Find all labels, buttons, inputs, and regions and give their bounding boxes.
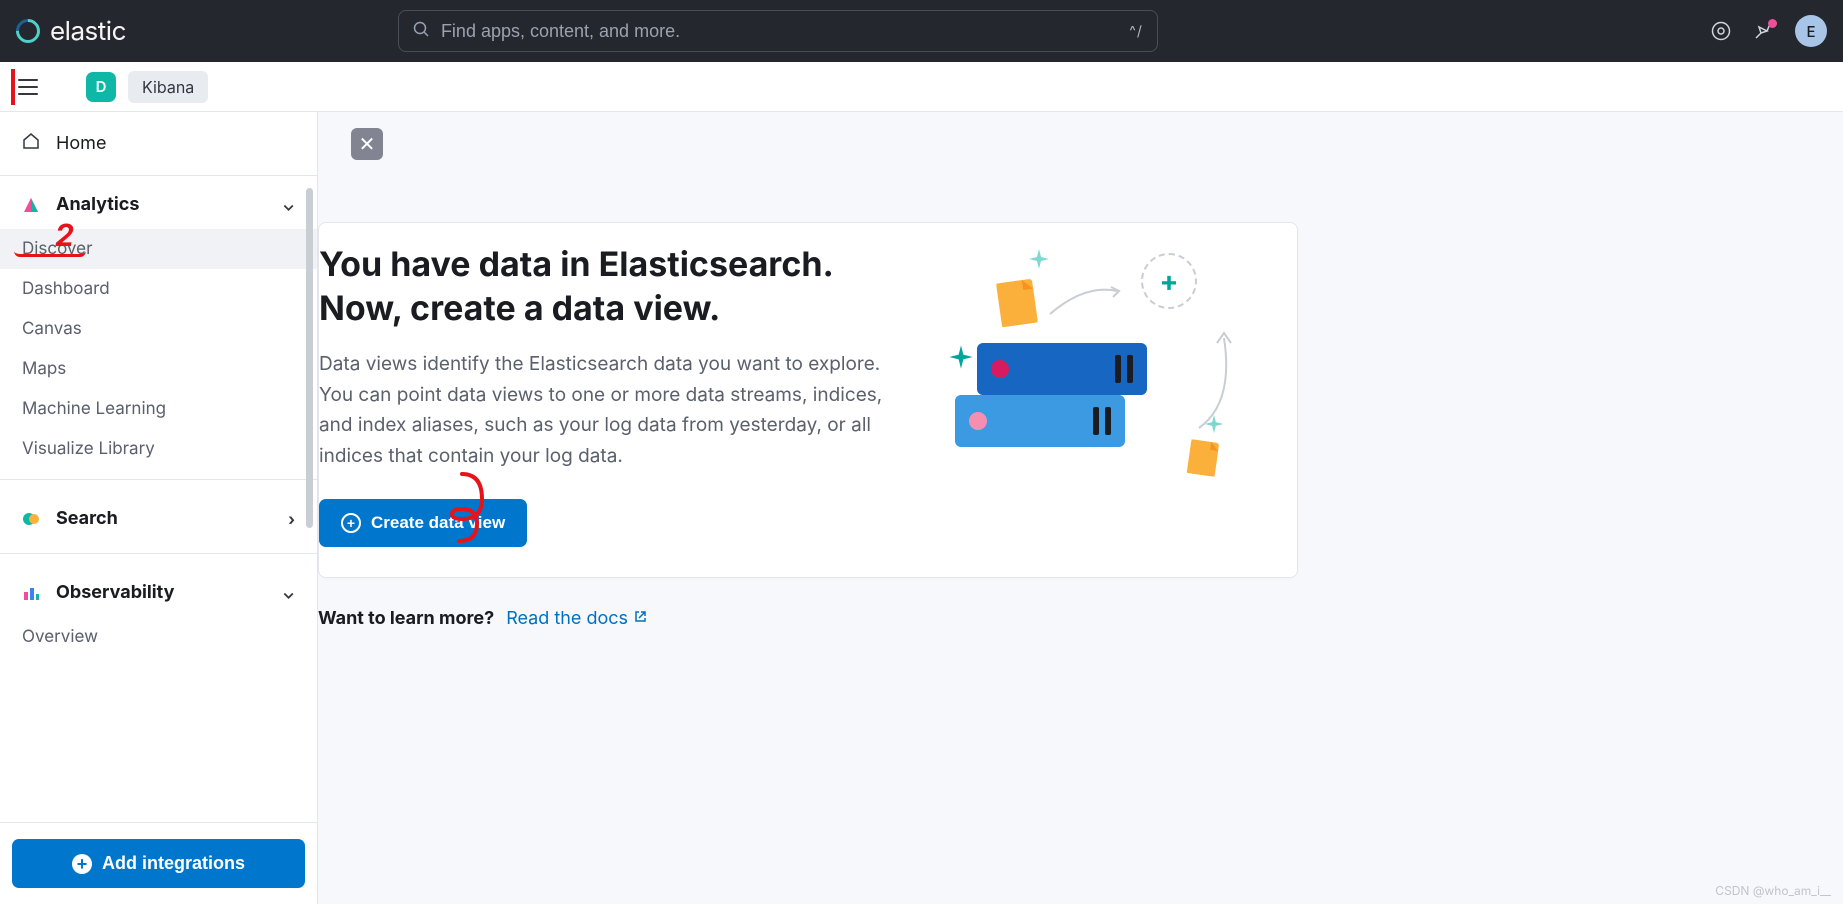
main-content: ✕ You have data in Elasticsearch. Now, c… (318, 112, 1843, 904)
annotation-number-3 (447, 469, 497, 549)
home-icon (22, 132, 40, 155)
illustration: + (957, 243, 1237, 483)
close-flyout-button[interactable]: ✕ (351, 128, 383, 160)
docs-link[interactable]: Read the docs (506, 608, 647, 629)
arrow-icon (1189, 323, 1239, 437)
nav-home[interactable]: Home (0, 112, 317, 176)
analytics-icon (22, 196, 40, 214)
nav-toggle-button[interactable] (14, 75, 42, 99)
plus-target-icon: + (1141, 253, 1197, 309)
elastic-logo-icon (11, 14, 45, 48)
watermark: CSDN @who_am_i__ (1715, 883, 1831, 898)
section-search[interactable]: Search › (0, 490, 317, 543)
side-nav: Home Analytics ⌄ Discover 2 Dashboard Ca… (0, 112, 318, 904)
global-search[interactable]: ^/ (398, 10, 1158, 52)
nav-ml[interactable]: Machine Learning (0, 389, 317, 429)
document-icon (996, 279, 1038, 328)
add-integrations-button[interactable]: + Add integrations (12, 839, 305, 888)
document-icon (1187, 439, 1219, 477)
learn-more-label: Want to learn more? (318, 608, 494, 629)
chevron-down-icon: ⌄ (282, 195, 295, 215)
card-title: You have data in Elasticsearch. Now, cre… (319, 243, 917, 331)
annotation-marker-1 (11, 69, 15, 105)
help-icon[interactable] (1711, 21, 1731, 41)
external-link-icon (634, 610, 647, 627)
nav-home-label: Home (56, 133, 106, 154)
news-icon[interactable] (1753, 21, 1773, 41)
chevron-down-icon: ⌄ (282, 583, 295, 603)
plus-outline-icon: + (341, 513, 361, 533)
card-description: Data views identify the Elasticsearch da… (319, 349, 917, 471)
section-analytics[interactable]: Analytics ⌄ (0, 176, 317, 229)
space-badge[interactable]: D (86, 72, 116, 102)
learn-more-row: Want to learn more? Read the docs (318, 608, 1819, 629)
space-letter: D (96, 77, 107, 96)
keyboard-hint: ^/ (1129, 23, 1143, 40)
nav-visualize[interactable]: Visualize Library (0, 429, 317, 469)
elastic-logo-text: elastic (50, 16, 126, 47)
database-block-icon (977, 343, 1147, 395)
nav-discover[interactable]: Discover 2 (0, 229, 317, 269)
search-input[interactable] (441, 21, 1117, 42)
create-data-view-button[interactable]: + Create data view (319, 499, 527, 547)
scrollbar[interactable] (306, 188, 313, 528)
chevron-right-icon: › (288, 509, 295, 529)
database-block-icon (955, 395, 1125, 447)
sparkle-icon (1027, 247, 1051, 271)
sub-header: D Kibana (0, 62, 1843, 112)
section-observability[interactable]: Observability ⌄ (0, 564, 317, 617)
empty-state-card: You have data in Elasticsearch. Now, cre… (318, 222, 1298, 578)
observability-icon (22, 584, 40, 602)
plus-icon: + (72, 854, 92, 874)
search-icon (413, 21, 429, 41)
nav-canvas[interactable]: Canvas (0, 309, 317, 349)
global-header: elastic ^/ E (0, 0, 1843, 62)
arrow-icon (1045, 279, 1125, 323)
elastic-logo[interactable]: elastic (16, 16, 126, 47)
sparkle-icon (947, 343, 971, 367)
user-avatar[interactable]: E (1795, 15, 1827, 47)
search-section-icon (22, 510, 40, 528)
nav-maps[interactable]: Maps (0, 349, 317, 389)
avatar-letter: E (1806, 22, 1815, 41)
notification-dot (1768, 19, 1777, 28)
nav-dashboard[interactable]: Dashboard (0, 269, 317, 309)
nav-overview[interactable]: Overview (0, 617, 317, 657)
breadcrumb-app[interactable]: Kibana (128, 71, 208, 103)
